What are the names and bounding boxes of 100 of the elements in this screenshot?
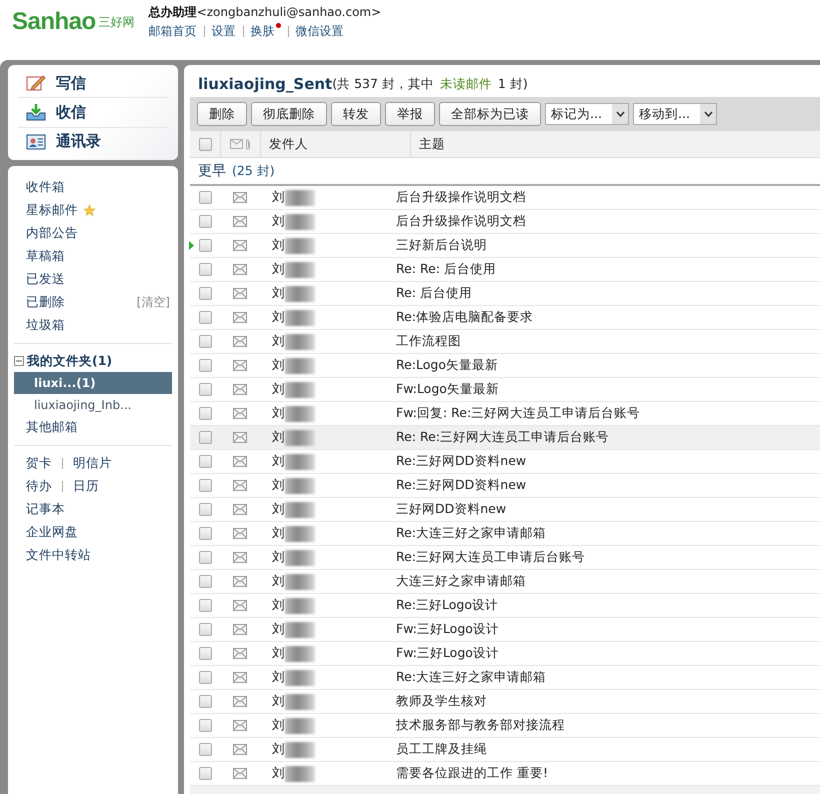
envelope-icon (233, 672, 247, 683)
mail-subject[interactable]: Re:Logo矢量最新 (396, 357, 820, 374)
toolbar-button[interactable]: 彻底删除 (251, 102, 327, 126)
row-checkbox[interactable] (198, 719, 212, 732)
row-checkbox[interactable] (198, 551, 212, 564)
mail-subject[interactable]: Fw:三好Logo设计 (396, 621, 820, 638)
empty-trash-link[interactable]: [清空] (136, 294, 172, 311)
header-link[interactable]: 微信设置 (296, 23, 344, 40)
collapse-toggle-icon[interactable] (14, 356, 24, 366)
row-checkbox[interactable] (198, 239, 212, 252)
blurred-redaction (285, 694, 315, 710)
mail-subject[interactable]: 教师及学生核对 (396, 693, 820, 710)
row-checkbox[interactable] (198, 287, 212, 300)
row-checkbox[interactable] (198, 383, 212, 396)
row-checkbox[interactable] (198, 527, 212, 540)
link-divider (242, 26, 244, 37)
envelope-icon (230, 139, 243, 149)
quick-action-link[interactable]: 通讯录 (18, 128, 168, 156)
group-count-link[interactable]: (25 封) (232, 162, 275, 180)
subfolder-item[interactable]: liuxiaojing_Inb... (14, 394, 172, 416)
envelope-icon (233, 336, 247, 347)
sender-name: 刘 (272, 597, 285, 614)
row-checkbox[interactable] (198, 743, 212, 756)
folder-item[interactable]: 星标邮件 (14, 199, 172, 222)
mail-subject[interactable]: Re: Re: 后台使用 (396, 261, 820, 278)
tool-link[interactable]: 贺卡 (26, 455, 52, 472)
row-checkbox[interactable] (198, 191, 212, 204)
subfolder-item[interactable]: liuxi...(1) (14, 372, 172, 394)
mail-subject[interactable]: Re: Re:三好网大连员工申请后台账号 (396, 429, 820, 446)
quick-action-link[interactable]: 写信 (18, 69, 168, 98)
row-checkbox[interactable] (198, 311, 212, 324)
mail-row[interactable]: 刘 Re: Re:三好网大连员工申请后台账号 (190, 426, 820, 450)
row-checkbox[interactable] (198, 455, 212, 468)
mail-subject[interactable]: Re:三好网大连员工申请后台账号 (396, 549, 820, 566)
folder-item[interactable]: 内部公告 (14, 222, 172, 245)
my-folders-heading[interactable]: 我的文件夹(1) (27, 352, 112, 370)
row-checkbox[interactable] (198, 359, 212, 372)
tool-link[interactable]: 企业网盘 (26, 524, 78, 541)
folder-item[interactable]: 已删除 [清空] (14, 291, 172, 314)
row-checkbox[interactable] (198, 695, 212, 708)
mail-subject[interactable]: Re:三好Logo设计 (396, 597, 820, 614)
mail-subject[interactable]: Fw:三好Logo设计 (396, 645, 820, 662)
tool-link[interactable]: 记事本 (26, 501, 65, 518)
row-checkbox[interactable] (198, 215, 212, 228)
mail-subject[interactable]: Fw:回复: Re:三好网大连员工申请后台账号 (396, 405, 820, 422)
row-checkbox[interactable] (198, 407, 212, 420)
row-checkbox[interactable] (198, 431, 212, 444)
mail-subject[interactable]: 工作流程图 (396, 333, 820, 350)
row-checkbox[interactable] (198, 503, 212, 516)
mail-subject[interactable]: 三好新后台说明 (396, 237, 820, 254)
toolbar-dropdown[interactable]: 标记为... (545, 103, 629, 125)
folder-item[interactable]: 垃圾箱 (14, 314, 172, 337)
mail-subject[interactable]: Re:大连三好之家申请邮箱 (396, 669, 820, 686)
mail-subject[interactable]: 三好网DD资料new (396, 501, 820, 518)
row-checkbox[interactable] (198, 647, 212, 660)
tool-link[interactable]: 明信片 (73, 455, 112, 472)
unread-link[interactable]: 未读邮件 (440, 76, 492, 92)
row-checkbox[interactable] (198, 575, 212, 588)
tool-link[interactable]: 待办 (26, 478, 52, 495)
mail-subject[interactable]: Re: 后台使用 (396, 285, 820, 302)
mail-subject[interactable]: 需要各位跟进的工作 重要! (396, 765, 820, 782)
mail-subject[interactable]: Fw:Logo矢量最新 (396, 381, 820, 398)
quick-action-link[interactable]: 收信 (18, 98, 168, 128)
row-checkbox[interactable] (198, 263, 212, 276)
notification-dot (276, 23, 281, 28)
toolbar-dropdown[interactable]: 移动到... (633, 103, 717, 125)
folder-item[interactable]: 收件箱 (14, 176, 172, 199)
blurred-redaction (285, 382, 315, 398)
column-header[interactable]: 主题 (410, 131, 820, 157)
select-all-checkbox[interactable] (198, 138, 212, 150)
toolbar-button[interactable]: 转发 (331, 102, 381, 126)
mail-subject[interactable]: 后台升级操作说明文档 (396, 189, 820, 206)
column-header[interactable]: 发件人 (260, 131, 410, 157)
blurred-redaction (285, 670, 315, 686)
toolbar-button[interactable]: 删除 (197, 102, 247, 126)
mail-subject[interactable]: 员工工牌及挂绳 (396, 741, 820, 758)
sender-name: 刘 (272, 333, 285, 350)
row-checkbox[interactable] (198, 335, 212, 348)
mail-subject[interactable]: 后台升级操作说明文档 (396, 213, 820, 230)
toolbar-button[interactable]: 举报 (385, 102, 435, 126)
toolbar-button[interactable]: 全部标为已读 (439, 102, 541, 126)
row-checkbox[interactable] (198, 767, 212, 780)
header-link[interactable]: 邮箱首页 (148, 23, 197, 40)
folder-item[interactable]: 草稿箱 (14, 245, 172, 268)
mail-subject[interactable]: 技术服务部与教务部对接流程 (396, 717, 820, 734)
row-checkbox[interactable] (198, 599, 212, 612)
mail-subject[interactable]: Re:体验店电脑配备要求 (396, 309, 820, 326)
folder-item[interactable]: 其他邮箱 (14, 416, 172, 439)
row-checkbox[interactable] (198, 671, 212, 684)
folder-item[interactable]: 已发送 (14, 268, 172, 291)
header-link[interactable]: 设置 (212, 23, 236, 40)
mail-subject[interactable]: 大连三好之家申请邮箱 (396, 573, 820, 590)
mail-subject[interactable]: Re:三好网DD资料new (396, 477, 820, 494)
row-checkbox[interactable] (198, 623, 212, 636)
row-checkbox[interactable] (198, 479, 212, 492)
tool-link[interactable]: 文件中转站 (26, 547, 91, 564)
mail-subject[interactable]: Re:大连三好之家申请邮箱 (396, 525, 820, 542)
header-link[interactable]: 换肤 (250, 23, 281, 40)
tool-link[interactable]: 日历 (73, 478, 99, 495)
mail-subject[interactable]: Re:三好网DD资料new (396, 453, 820, 470)
